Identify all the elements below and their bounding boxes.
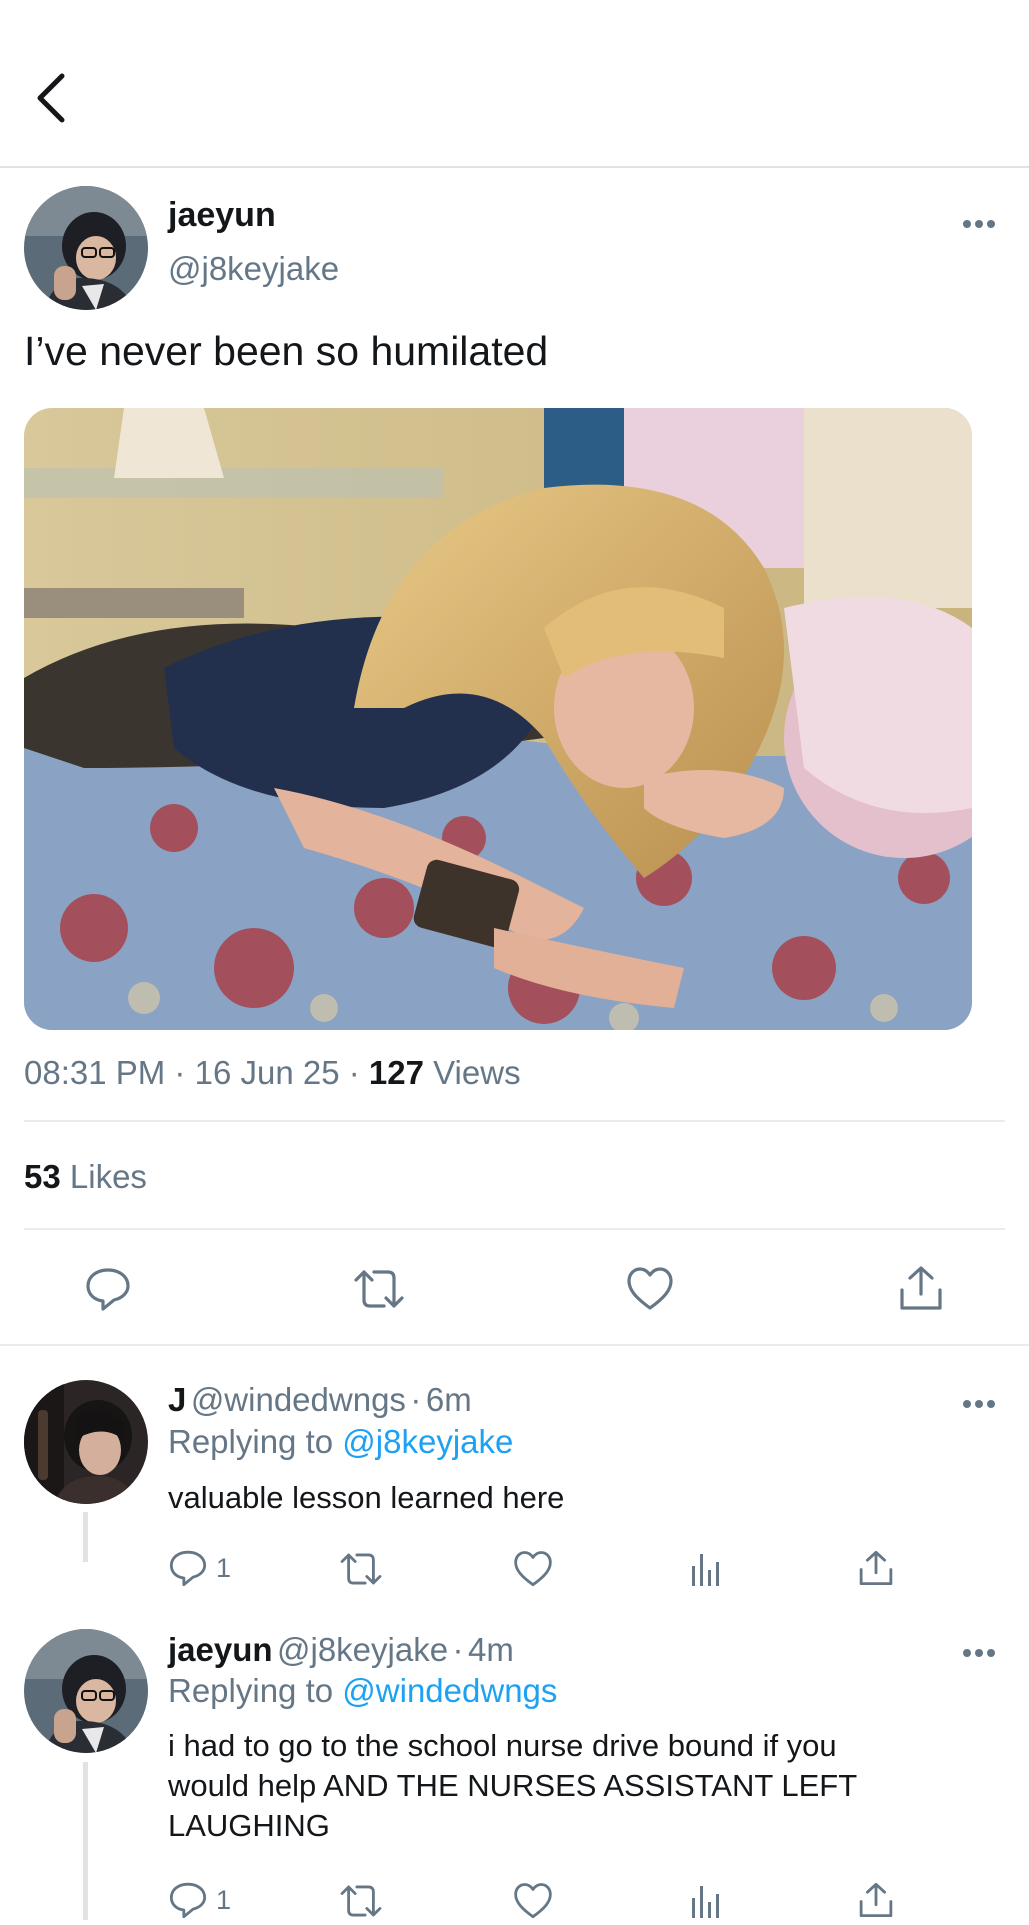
analytics-icon xyxy=(692,1554,719,1586)
reply-text: i had to go to the school nurse drive bo… xyxy=(168,1726,857,1846)
like-button[interactable] xyxy=(513,1882,553,1920)
avatar-image xyxy=(24,186,148,310)
retweet-button[interactable] xyxy=(338,1550,384,1588)
share-button[interactable] xyxy=(858,1880,894,1920)
like-icon xyxy=(514,1551,552,1587)
reply-author-handle[interactable]: @j8keyjake xyxy=(277,1631,448,1668)
views-label: Views xyxy=(433,1054,521,1091)
reply-author-name[interactable]: jaeyun xyxy=(168,1631,273,1668)
share-button[interactable] xyxy=(898,1264,944,1312)
likes-count: 53 xyxy=(24,1158,61,1195)
more-dots-icon xyxy=(963,1400,995,1408)
reply-button[interactable] xyxy=(84,1266,132,1312)
avatar[interactable] xyxy=(24,186,148,310)
author-handle[interactable]: @j8keyjake xyxy=(168,250,339,288)
replying-to-label: Replying to xyxy=(168,1672,334,1709)
retweet-icon xyxy=(340,1553,382,1585)
retweet-icon xyxy=(340,1885,382,1917)
meta-separator: · xyxy=(452,1631,464,1668)
share-button[interactable] xyxy=(858,1548,894,1588)
more-dots-icon xyxy=(963,1649,995,1657)
tweet-text: I’ve never been so humilated xyxy=(24,328,549,374)
like-button[interactable] xyxy=(626,1266,674,1312)
avatar[interactable] xyxy=(24,1380,148,1504)
author-name[interactable]: jaeyun xyxy=(168,196,276,235)
replying-to-handle[interactable]: @windedwngs xyxy=(342,1672,557,1709)
like-icon xyxy=(514,1883,552,1919)
reply-author-handle[interactable]: @windedwngs xyxy=(191,1381,406,1418)
divider xyxy=(24,1120,1005,1122)
share-icon xyxy=(859,1882,893,1918)
thread-line xyxy=(83,1512,88,1562)
avatar-image xyxy=(24,1629,148,1753)
more-options-button[interactable] xyxy=(962,214,996,234)
back-button[interactable] xyxy=(30,70,74,126)
replying-to-handle[interactable]: @j8keyjake xyxy=(342,1423,513,1460)
share-icon xyxy=(859,1550,893,1586)
reply-button[interactable]: 1 xyxy=(168,1880,238,1920)
divider xyxy=(24,1228,1005,1230)
more-options-button[interactable] xyxy=(962,1643,996,1663)
analytics-button[interactable] xyxy=(690,1550,722,1588)
reply-age: 4m xyxy=(467,1631,514,1668)
chevron-left-icon xyxy=(37,73,65,123)
meta-separator: · xyxy=(348,1054,360,1091)
views-count: 127 xyxy=(368,1054,424,1091)
more-dots-icon xyxy=(963,220,995,228)
replying-to-label: Replying to xyxy=(168,1423,334,1460)
tweet-date: 16 Jun 25 xyxy=(194,1054,340,1091)
avatar[interactable] xyxy=(24,1629,148,1753)
divider xyxy=(0,1344,1029,1346)
reply-button[interactable]: 1 xyxy=(168,1548,238,1588)
retweet-icon xyxy=(354,1270,404,1308)
replying-to: Replying to @j8keyjake xyxy=(168,1423,513,1461)
thread-line xyxy=(83,1762,88,1920)
reply-age: 6m xyxy=(425,1381,472,1418)
reply-header: jaeyun @j8keyjake · 4m xyxy=(168,1631,514,1669)
reply-icon xyxy=(86,1268,130,1311)
likes-summary[interactable]: 53 Likes xyxy=(24,1158,147,1196)
analytics-icon xyxy=(692,1886,719,1918)
reply-count: 1 xyxy=(216,1553,232,1583)
retweet-button[interactable] xyxy=(352,1266,406,1312)
meta-separator: · xyxy=(174,1054,186,1091)
tweet-time: 08:31 PM xyxy=(24,1054,166,1091)
meta-separator: · xyxy=(410,1381,422,1418)
tweet-meta: 08:31 PM · 16 Jun 25 · 127 Views xyxy=(24,1054,521,1092)
analytics-button[interactable] xyxy=(690,1882,722,1920)
like-button[interactable] xyxy=(513,1550,553,1588)
reply-text-line: i had to go to the school nurse drive bo… xyxy=(168,1728,837,1763)
reply-header: J @windedwngs · 6m xyxy=(168,1381,472,1419)
reply-text-line: LAUGHING xyxy=(168,1808,330,1843)
reply-icon xyxy=(169,1882,207,1919)
retweet-button[interactable] xyxy=(338,1882,384,1920)
reply-icon xyxy=(169,1550,207,1587)
replying-to: Replying to @windedwngs xyxy=(168,1672,557,1710)
reply-text-line: would help AND THE NURSES ASSISTANT LEFT xyxy=(168,1768,858,1803)
top-navigation-bar xyxy=(0,0,1029,168)
avatar-image xyxy=(24,1380,148,1504)
more-options-button[interactable] xyxy=(962,1394,996,1414)
tweet-media[interactable] xyxy=(24,408,972,1030)
reply-count: 1 xyxy=(216,1885,232,1915)
likes-label: Likes xyxy=(69,1158,147,1195)
reply-text: valuable lesson learned here xyxy=(168,1480,565,1515)
reply-author-name[interactable]: J xyxy=(168,1381,186,1418)
like-icon xyxy=(627,1267,673,1310)
share-icon xyxy=(900,1266,942,1310)
tweet-photo xyxy=(24,408,972,1030)
